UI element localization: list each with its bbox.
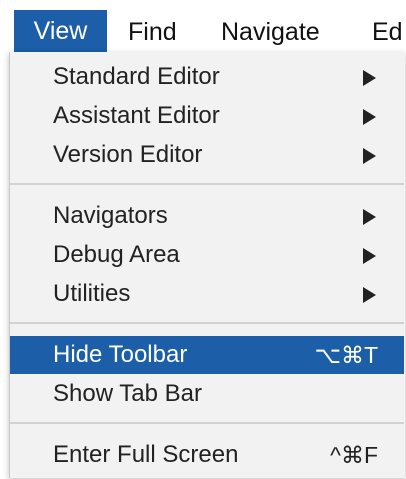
menu-bar: View Find Navigate Ed [0,0,406,57]
menu-item-label: Standard Editor [53,63,220,90]
menubar-item-find[interactable]: Find [128,12,177,52]
menu-item-label: Hide Toolbar [53,341,188,368]
keyboard-shortcut: ^⌘F [330,442,378,468]
menu-item-label: Assistant Editor [53,102,220,129]
triangle-right-icon [363,248,376,264]
keyboard-shortcut: ⌥⌘T [314,342,378,368]
menu-item-navigators[interactable]: Navigators [10,197,404,235]
menu-item-hide-toolbar[interactable]: Hide Toolbar ⌥⌘T [10,336,404,374]
menu-item-standard-editor[interactable]: Standard Editor [10,58,404,96]
menu-separator [10,422,404,424]
menu-item-label: Version Editor [53,141,203,168]
menu-item-label: Utilities [53,280,131,307]
menu-item-assistant-editor[interactable]: Assistant Editor [10,97,404,135]
menu-separator [10,183,404,185]
menubar-item-navigate[interactable]: Navigate [221,12,320,52]
menu-item-debug-area[interactable]: Debug Area [10,236,404,274]
menu-item-show-tab-bar[interactable]: Show Tab Bar [10,375,404,413]
menu-item-enter-full-screen[interactable]: Enter Full Screen ^⌘F [10,436,404,474]
menu-item-utilities[interactable]: Utilities [10,275,404,313]
screen: View Find Navigate Ed Standard Editor As… [0,0,406,479]
triangle-right-icon [363,70,376,86]
menu-item-label: Debug Area [53,241,180,268]
menubar-item-edit[interactable]: Ed [372,12,403,52]
triangle-right-icon [363,109,376,125]
menu-item-label: Navigators [53,202,168,229]
menu-item-label: Enter Full Screen [53,441,239,468]
menu-separator [10,322,404,324]
triangle-right-icon [363,209,376,225]
triangle-right-icon [363,148,376,164]
menubar-item-view[interactable]: View [14,10,107,52]
triangle-right-icon [363,287,376,303]
view-menu-dropdown: Standard Editor Assistant Editor Version… [9,52,405,478]
menu-item-version-editor[interactable]: Version Editor [10,136,404,174]
menu-item-label: Show Tab Bar [53,380,202,407]
